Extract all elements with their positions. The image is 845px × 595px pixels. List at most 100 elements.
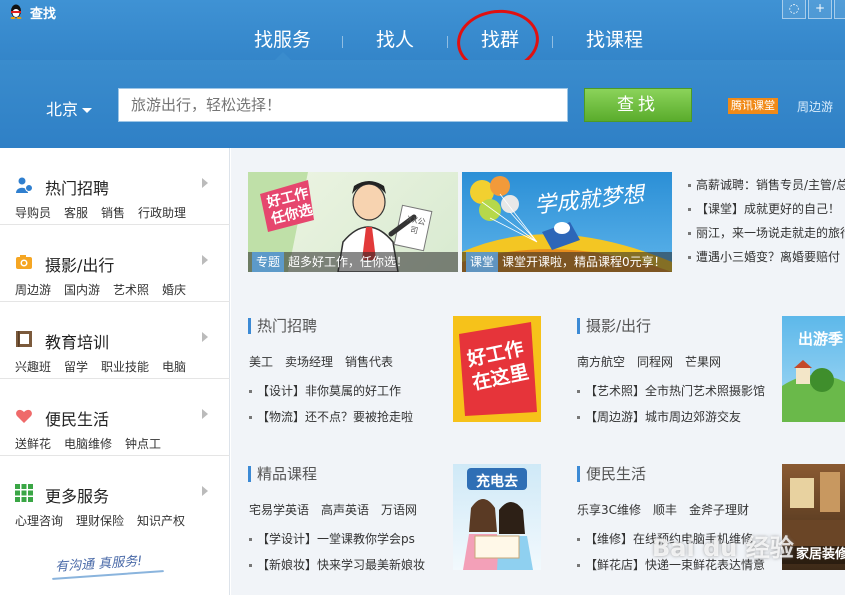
list-item[interactable]: 遭遇小三婚变？离婚要赔付 [688,250,845,274]
list-item[interactable]: 【课堂】成就更好的自己！ [688,202,845,226]
sidebar-links: 周边游 国内游 艺术照 婚庆 [15,281,199,298]
banner-caption: 专题 超多好工作，任你选！ [248,252,458,272]
list-item[interactable]: 【新娘妆】快来学习最美新娘妆 [249,556,425,573]
list-item[interactable]: 【艺术照】全市热门艺术照摄影馆 [577,382,765,399]
bullet-icon [249,564,252,567]
sidebar-item-title: 便民生活 [45,410,110,429]
chevron-right-icon [202,332,208,342]
more-icon[interactable] [834,0,845,19]
nav-divider [447,36,448,48]
sidebar-link[interactable]: 周边游 [15,283,51,297]
promo-courses-text: 充电去 [476,474,518,490]
promo-jobs[interactable]: 好工作在这里 [453,316,541,422]
bullet-icon [577,416,580,419]
section-link[interactable]: 顺丰 [653,503,677,517]
section-line-text: 【物流】还不点？要被抢走啦 [257,410,414,424]
title-bar: 查找 ◌ + [0,0,845,22]
banner-jobs[interactable]: 好工作任你选 XX公司 专题 超多好工作，任你选！ [248,172,458,272]
banner-caption-text: 超多好工作，任你选！ [288,255,409,269]
sidebar-link[interactable]: 行政助理 [138,206,186,220]
section-line-text: 【设计】非你莫属的好工作 [257,384,402,398]
section-title[interactable]: 热门招聘 [248,318,317,334]
section-title[interactable]: 精品课程 [248,466,317,482]
promo-travel[interactable]: 出游季 [782,316,845,422]
city-selector[interactable]: 北京 [46,96,93,120]
section-links: 南方航空 同程网 芒果网 [577,353,733,370]
tab-find-course[interactable]: 找课程 [586,26,643,54]
section-link[interactable]: 芒果网 [685,355,721,369]
sidebar-link[interactable]: 客服 [64,206,88,220]
sidebar-link[interactable]: 钟点工 [125,437,161,451]
sidebar-link[interactable]: 心理咨询 [15,514,63,528]
tencent-classroom-badge[interactable]: 腾讯课堂 [728,98,778,114]
section-link[interactable]: 高声英语 [321,503,369,517]
list-item[interactable]: 高薪诚聘：销售专员/主管/总 [688,178,845,202]
search-button[interactable]: 查找 [584,88,692,122]
sidebar-link[interactable]: 兴趣班 [15,360,51,374]
section-links: 美工 卖场经理 销售代表 [249,353,405,370]
sidebar-link[interactable]: 知识产权 [137,514,185,528]
section-link[interactable]: 卖场经理 [285,355,333,369]
section-link[interactable]: 宅易学英语 [249,503,309,517]
section-link[interactable]: 同程网 [637,355,673,369]
chevron-down-icon [82,108,93,113]
section-link[interactable]: 万语网 [381,503,417,517]
sidebar-link[interactable]: 艺术照 [113,283,149,297]
feedback-icon[interactable]: ◌ [782,0,806,19]
nearby-tour-link[interactable]: 周边游 [797,98,833,115]
sidebar-link[interactable]: 留学 [64,360,88,374]
bullet-icon [249,416,252,419]
sidebar-item-photo-travel[interactable]: 摄影/出行 周边游 国内游 艺术照 婚庆 [0,225,230,302]
banner-caption-text: 课堂开课啦，精品课程0元享！ [502,255,666,269]
main-nav: 找服务 找人 找群 找课程 [0,26,845,56]
sidebar-item-more[interactable]: 更多服务 心理咨询 理财保险 知识产权 [0,456,230,533]
tab-find-service[interactable]: 找服务 [254,26,311,54]
promo-courses[interactable]: 充电去 [453,464,541,570]
sidebar-link[interactable]: 销售 [101,206,125,220]
section-link[interactable]: 美工 [249,355,273,369]
sidebar-link[interactable]: 导购员 [15,206,51,220]
camera-icon [16,255,32,269]
add-icon[interactable]: + [808,0,832,19]
bullet-icon [688,208,691,211]
qq-penguin-icon [10,4,22,19]
sidebar-item-title: 热门招聘 [45,179,110,198]
header-bar: 查找 ◌ + 找服务 找人 找群 找课程 北京 查找 腾讯课堂 周边游 [0,0,845,148]
sidebar-link[interactable]: 电脑维修 [64,437,112,451]
tab-find-people[interactable]: 找人 [376,26,414,54]
section-links: 宅易学英语 高声英语 万语网 [249,501,429,518]
section-title[interactable]: 便民生活 [577,466,646,482]
news-text: 丽江，来一场说走就走的旅行 [696,226,845,240]
bullet-icon [577,390,580,393]
banner-jobs-card-text: XX公司 [405,214,427,236]
sidebar-link[interactable]: 电脑 [162,360,186,374]
section-link[interactable]: 销售代表 [345,355,393,369]
section-title[interactable]: 摄影/出行 [577,318,651,334]
news-text: 高薪诚聘：销售专员/主管/总 [696,178,845,192]
sidebar-item-title: 摄影/出行 [45,256,115,275]
sidebar-link[interactable]: 送鲜花 [15,437,51,451]
grid-icon [15,484,33,502]
list-item[interactable]: 【物流】还不点？要被抢走啦 [249,408,413,425]
section-link[interactable]: 南方航空 [577,355,625,369]
sidebar-link[interactable]: 婚庆 [162,283,186,297]
list-item[interactable]: 【学设计】一堂课教你学会ps [249,530,415,547]
sidebar-link[interactable]: 国内游 [64,283,100,297]
sidebar-item-recruit[interactable]: 热门招聘 导购员 客服 销售 行政助理 [0,148,230,225]
sidebar-item-education[interactable]: 教育培训 兴趣班 留学 职业技能 电脑 [0,302,230,379]
sidebar-links: 兴趣班 留学 职业技能 电脑 [15,358,199,375]
section-link[interactable]: 金斧子理财 [689,503,749,517]
people-icon [16,177,33,193]
sidebar-item-title: 更多服务 [45,487,110,506]
list-item[interactable]: 【周边游】城市周边郊游交友 [577,408,741,425]
bullet-icon [688,232,691,235]
sidebar-link[interactable]: 职业技能 [101,360,149,374]
search-input[interactable] [118,88,568,122]
list-item[interactable]: 【设计】非你莫属的好工作 [249,382,401,399]
chevron-right-icon [202,178,208,188]
section-link[interactable]: 乐享3C维修 [577,503,641,517]
sidebar-item-life[interactable]: 便民生活 送鲜花 电脑维修 钟点工 [0,379,230,456]
sidebar-link[interactable]: 理财保险 [76,514,124,528]
list-item[interactable]: 丽江，来一场说走就走的旅行 [688,226,845,250]
banner-classroom[interactable]: 学成就梦想 课堂 课堂开课啦，精品课程0元享！ [462,172,672,272]
